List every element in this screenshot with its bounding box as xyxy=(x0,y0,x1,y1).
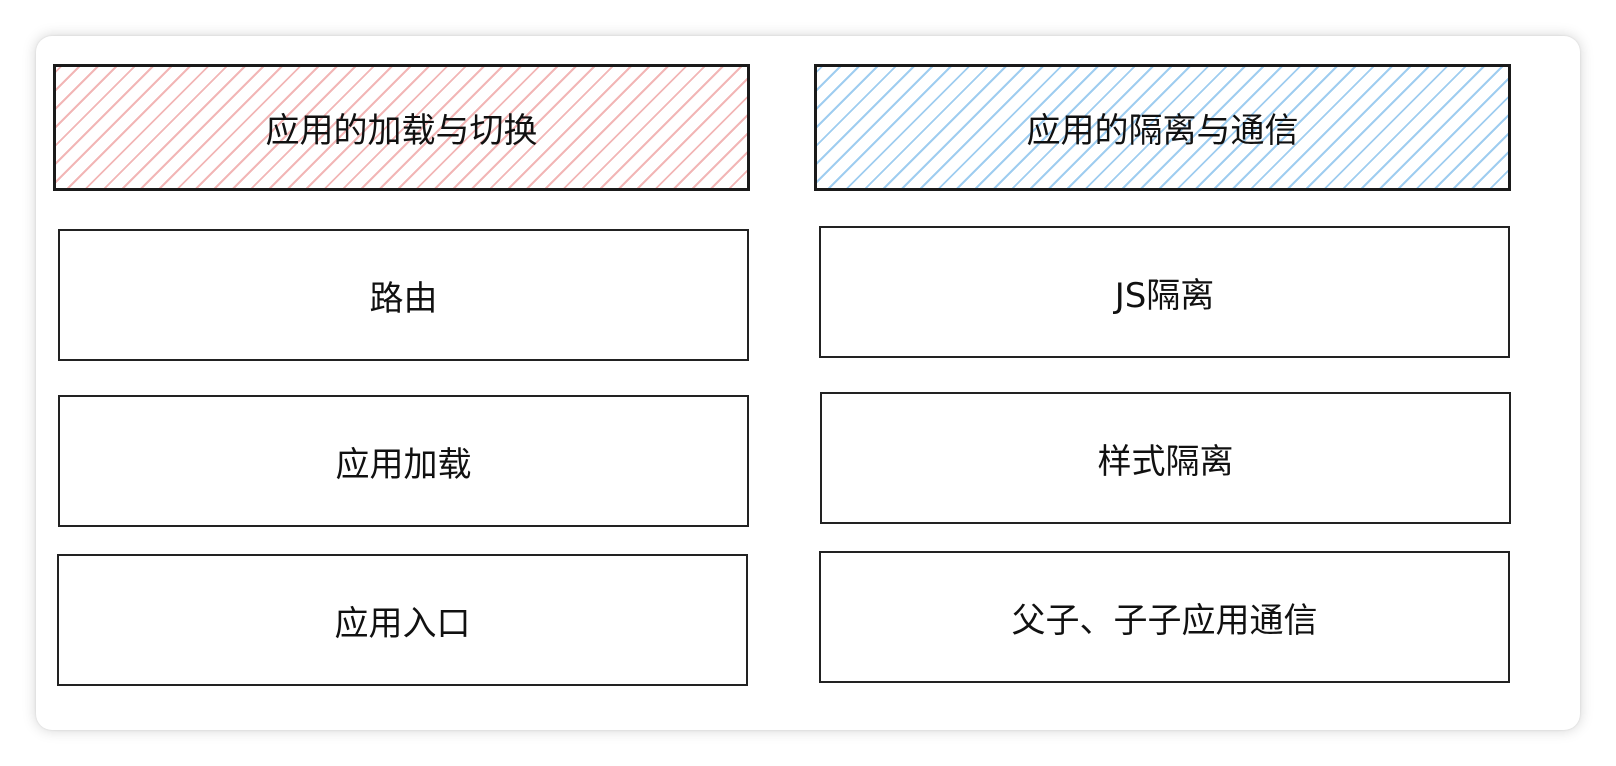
right-item-app-communication: 父子、子子应用通信 xyxy=(819,551,1510,683)
right-column-header: 应用的隔离与通信 xyxy=(814,64,1511,191)
left-column-header: 应用的加载与切换 xyxy=(53,64,750,191)
left-header-label: 应用的加载与切换 xyxy=(265,111,538,151)
right-item-label: JS隔离 xyxy=(1114,275,1215,316)
left-item-app-loading: 应用加载 xyxy=(58,395,749,527)
left-item-app-entry: 应用入口 xyxy=(57,554,748,686)
right-header-label: 应用的隔离与通信 xyxy=(1026,111,1299,151)
left-item-routing: 路由 xyxy=(58,229,749,361)
left-item-label: 路由 xyxy=(369,278,438,319)
right-item-label: 父子、子子应用通信 xyxy=(1011,600,1318,641)
right-item-js-isolation: JS隔离 xyxy=(819,226,1510,358)
left-item-label: 应用入口 xyxy=(334,603,471,644)
left-item-label: 应用加载 xyxy=(335,444,472,485)
right-item-label: 样式隔离 xyxy=(1097,441,1234,482)
right-item-style-isolation: 样式隔离 xyxy=(820,392,1511,524)
